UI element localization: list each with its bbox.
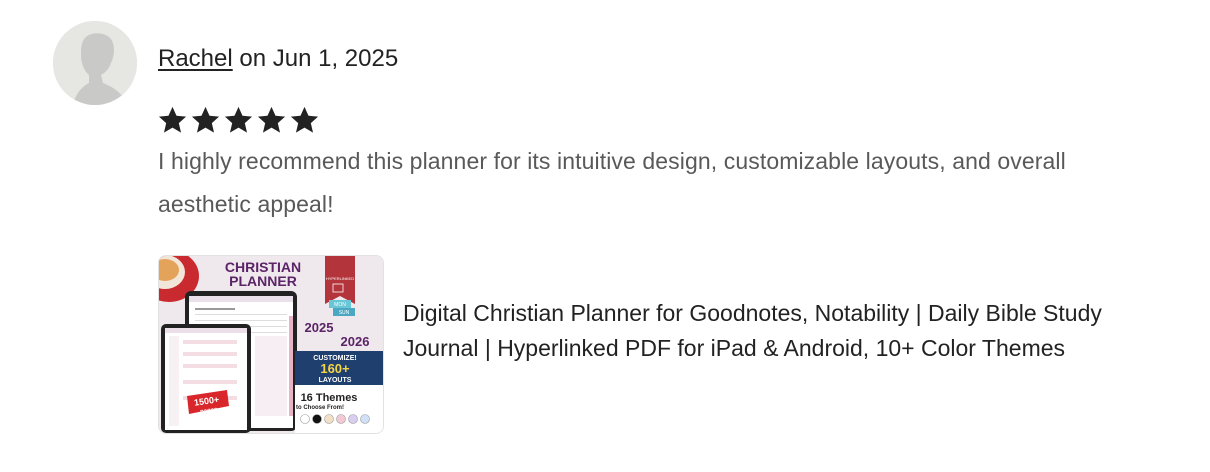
ribbon-text: HYPERLINKED [326,276,354,281]
year-end: 2026 [341,334,370,349]
star-icon [290,106,319,133]
tablet-front [161,324,251,433]
review-text: I highly recommend this planner for its … [158,148,1066,217]
theme-swatch [300,414,310,424]
review-meta: Rachel on Jun 1, 2025 [158,44,398,74]
person-silhouette-icon [53,21,137,105]
layouts-count: 160+ [320,361,350,376]
theme-swatch [360,414,370,424]
theme-swatch [312,414,322,424]
thumb-heading-line2: PLANNER [229,273,297,289]
review-date: on Jun 1, 2025 [239,45,399,72]
star-icon [158,106,187,133]
product-image: CHRISTIAN PLANNER HYPERLINKED MON SUN 20… [159,256,383,433]
themes-line1: 16 Themes [301,392,358,404]
themes-line2: to Choose From! [296,405,344,411]
theme-swatch [324,414,334,424]
year-start: 2025 [305,320,334,335]
layouts-banner: CUSTOMIZE! 160+ LAYOUTS [295,351,383,385]
product-title-link[interactable]: Digital Christian Planner for Goodnotes,… [403,296,1163,365]
reviewer-name-link[interactable]: Rachel [158,45,233,72]
theme-swatch [348,414,358,424]
bookmark-ribbon: HYPERLINKED MON SUN [325,256,355,316]
star-icon [224,106,253,133]
star-rating [157,100,320,140]
star-icon [257,106,286,133]
theme-swatch [336,414,346,424]
sun-label: SUN [339,310,350,316]
reviewer-avatar[interactable] [53,21,137,105]
review-card: Rachel on Jun 1, 2025 I highly recommend… [0,0,1210,472]
star-icon [191,106,220,133]
layouts-label: LAYOUTS [319,377,352,384]
mon-label: MON [334,302,346,308]
product-thumbnail[interactable]: CHRISTIAN PLANNER HYPERLINKED MON SUN 20… [158,255,384,434]
